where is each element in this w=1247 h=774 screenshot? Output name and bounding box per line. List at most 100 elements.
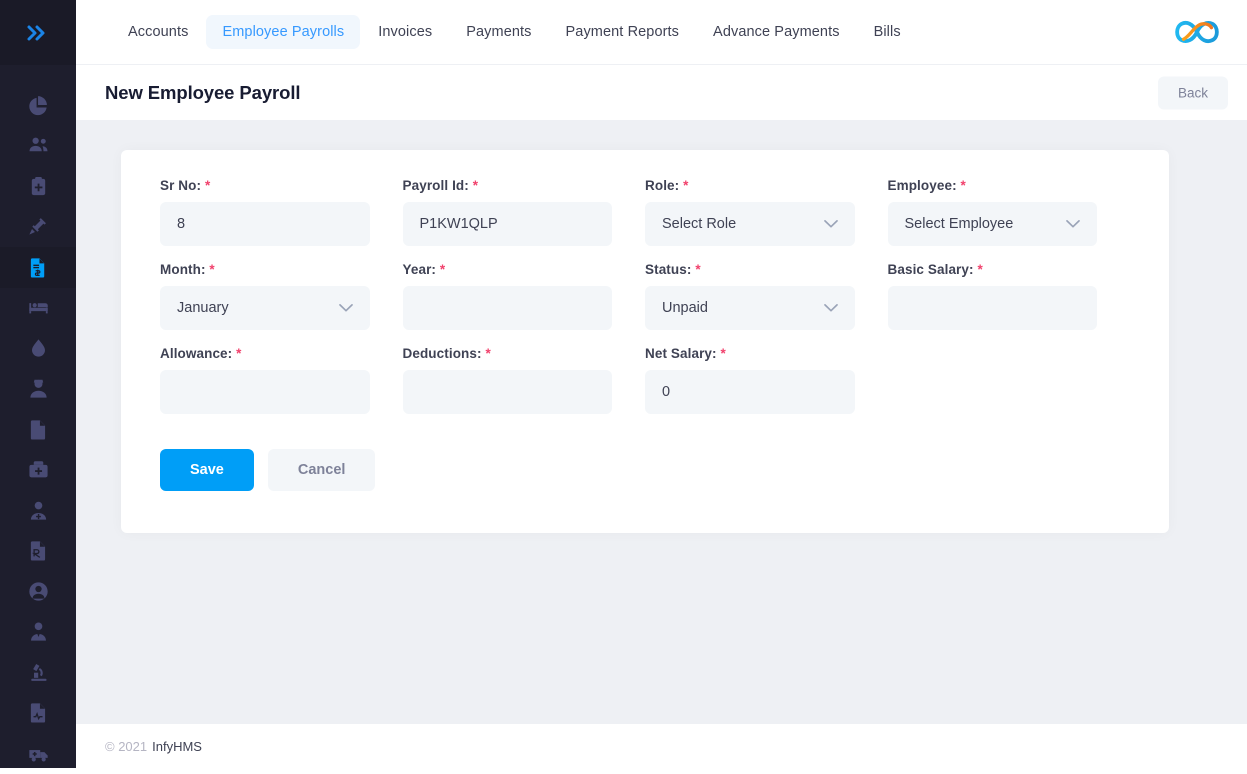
sidebar-item-vaccinations[interactable] xyxy=(0,207,76,248)
sidebar-item-pharmacy[interactable] xyxy=(0,450,76,491)
role-select-label: Role: * xyxy=(645,178,855,193)
sidebar-item-patients[interactable] xyxy=(0,126,76,167)
save-button[interactable]: Save xyxy=(160,449,254,491)
employee-select-wrapper: Employee: * Select Employee xyxy=(888,178,1131,246)
sidebar-item-staff[interactable] xyxy=(0,571,76,612)
footer-app-name: InfyHMS xyxy=(152,739,202,754)
sr-no-field[interactable] xyxy=(160,202,370,246)
required-asterisk: * xyxy=(957,178,966,193)
year-field-wrapper: Year: * xyxy=(403,262,646,330)
year-field[interactable] xyxy=(403,286,613,330)
status-select-label-text: Status: xyxy=(645,262,691,277)
form-actions: Save Cancel xyxy=(160,449,1130,491)
sr-no-field-label-text: Sr No: xyxy=(160,178,201,193)
required-asterisk: * xyxy=(717,346,726,361)
payroll-id-field-wrapper: Payroll Id: * xyxy=(403,178,646,246)
double-chevron-right-icon xyxy=(25,24,51,42)
sidebar-item-nurses[interactable] xyxy=(0,369,76,410)
status-select-container: Unpaid xyxy=(645,286,855,330)
page-title: New Employee Payroll xyxy=(105,82,300,104)
role-select-container: Select Role xyxy=(645,202,855,246)
tab-employee-payrolls[interactable]: Employee Payrolls xyxy=(206,15,360,49)
deductions-field[interactable] xyxy=(403,370,613,414)
blood-drop-icon xyxy=(28,338,49,359)
page-header: New Employee Payroll Back xyxy=(76,65,1247,120)
sidebar-item-blood-bank[interactable] xyxy=(0,328,76,369)
year-field-label: Year: * xyxy=(403,262,613,277)
basic-salary-field[interactable] xyxy=(888,286,1098,330)
required-asterisk: * xyxy=(691,262,700,277)
required-asterisk: * xyxy=(436,262,445,277)
allowance-field-label: Allowance: * xyxy=(160,346,370,361)
payroll-form-card: Sr No: *Payroll Id: *Role: *Select RoleE… xyxy=(121,150,1169,533)
form-fields-grid: Sr No: *Payroll Id: *Role: *Select RoleE… xyxy=(160,178,1130,430)
month-select-wrapper: Month: * January xyxy=(160,262,403,330)
sidebar-item-pathology[interactable] xyxy=(0,652,76,693)
net-salary-field-wrapper: Net Salary: * xyxy=(645,346,888,414)
allowance-field[interactable] xyxy=(160,370,370,414)
sidebar-item-doctors[interactable] xyxy=(0,490,76,531)
tab-invoices[interactable]: Invoices xyxy=(362,15,448,49)
sidebar-toggle-button[interactable] xyxy=(0,0,76,65)
back-button[interactable]: Back xyxy=(1158,76,1228,109)
sidebar-item-accounts[interactable] xyxy=(0,247,76,288)
net-salary-field[interactable] xyxy=(645,370,855,414)
allowance-field-label-text: Allowance: xyxy=(160,346,232,361)
status-select[interactable]: Unpaid xyxy=(645,286,855,330)
sidebar-item-dashboard[interactable] xyxy=(0,85,76,126)
top-navigation-bar: AccountsEmployee PayrollsInvoicesPayment… xyxy=(76,0,1247,65)
cancel-button[interactable]: Cancel xyxy=(268,449,376,491)
deductions-field-label-text: Deductions: xyxy=(403,346,482,361)
year-field-label-text: Year: xyxy=(403,262,437,277)
syringe-icon xyxy=(28,216,49,237)
payroll-id-field-label: Payroll Id: * xyxy=(403,178,613,193)
infinity-logo-icon xyxy=(1173,16,1221,48)
net-salary-field-label: Net Salary: * xyxy=(645,346,855,361)
role-select-label-text: Role: xyxy=(645,178,679,193)
employee-select[interactable]: Select Employee xyxy=(888,202,1098,246)
status-select-label: Status: * xyxy=(645,262,855,277)
sr-no-field-label: Sr No: * xyxy=(160,178,370,193)
tab-list: AccountsEmployee PayrollsInvoicesPayment… xyxy=(112,15,917,49)
role-select-wrapper: Role: * Select Role xyxy=(645,178,888,246)
ambulance-icon xyxy=(28,743,49,764)
sidebar-item-beds[interactable] xyxy=(0,288,76,329)
deductions-field-wrapper: Deductions: * xyxy=(403,346,646,414)
tab-payments[interactable]: Payments xyxy=(450,15,547,49)
employee-select-label-text: Employee: xyxy=(888,178,957,193)
bed-icon xyxy=(28,297,49,318)
role-select[interactable]: Select Role xyxy=(645,202,855,246)
clipboard-medical-icon xyxy=(28,176,49,197)
file-icon xyxy=(28,419,49,440)
required-asterisk: * xyxy=(469,178,478,193)
user-nurse-icon xyxy=(28,378,49,399)
footer-text: © 2021 InfyHMS xyxy=(105,739,202,754)
tab-advance-payments[interactable]: Advance Payments xyxy=(697,15,856,49)
status-select-wrapper: Status: * Unpaid xyxy=(645,262,888,330)
month-select-container: January xyxy=(160,286,370,330)
tab-accounts[interactable]: Accounts xyxy=(112,15,204,49)
microscope-icon xyxy=(28,662,49,683)
tab-bills[interactable]: Bills xyxy=(858,15,917,49)
sidebar-item-employees[interactable] xyxy=(0,612,76,653)
sidebar-item-documents[interactable] xyxy=(0,693,76,734)
month-select-label-text: Month: xyxy=(160,262,206,277)
tab-payment-reports[interactable]: Payment Reports xyxy=(550,15,696,49)
chart-pie-icon xyxy=(28,95,49,116)
required-asterisk: * xyxy=(482,346,491,361)
allowance-field-wrapper: Allowance: * xyxy=(160,346,403,414)
month-select-label: Month: * xyxy=(160,262,370,277)
sidebar-item-ambulance[interactable] xyxy=(0,733,76,774)
sr-no-field-wrapper: Sr No: * xyxy=(160,178,403,246)
user-tie-icon xyxy=(28,621,49,642)
footer: © 2021 InfyHMS xyxy=(76,723,1247,768)
sidebar-item-reports[interactable] xyxy=(0,409,76,450)
month-select[interactable]: January xyxy=(160,286,370,330)
required-asterisk: * xyxy=(679,178,688,193)
payroll-id-field[interactable] xyxy=(403,202,613,246)
sidebar-item-prescriptions[interactable] xyxy=(0,531,76,572)
content-area: Sr No: *Payroll Id: *Role: *Select RoleE… xyxy=(76,120,1247,723)
user-circle-icon xyxy=(28,581,49,602)
footer-copyright: © 2021 xyxy=(105,739,147,754)
sidebar-item-cases[interactable] xyxy=(0,166,76,207)
